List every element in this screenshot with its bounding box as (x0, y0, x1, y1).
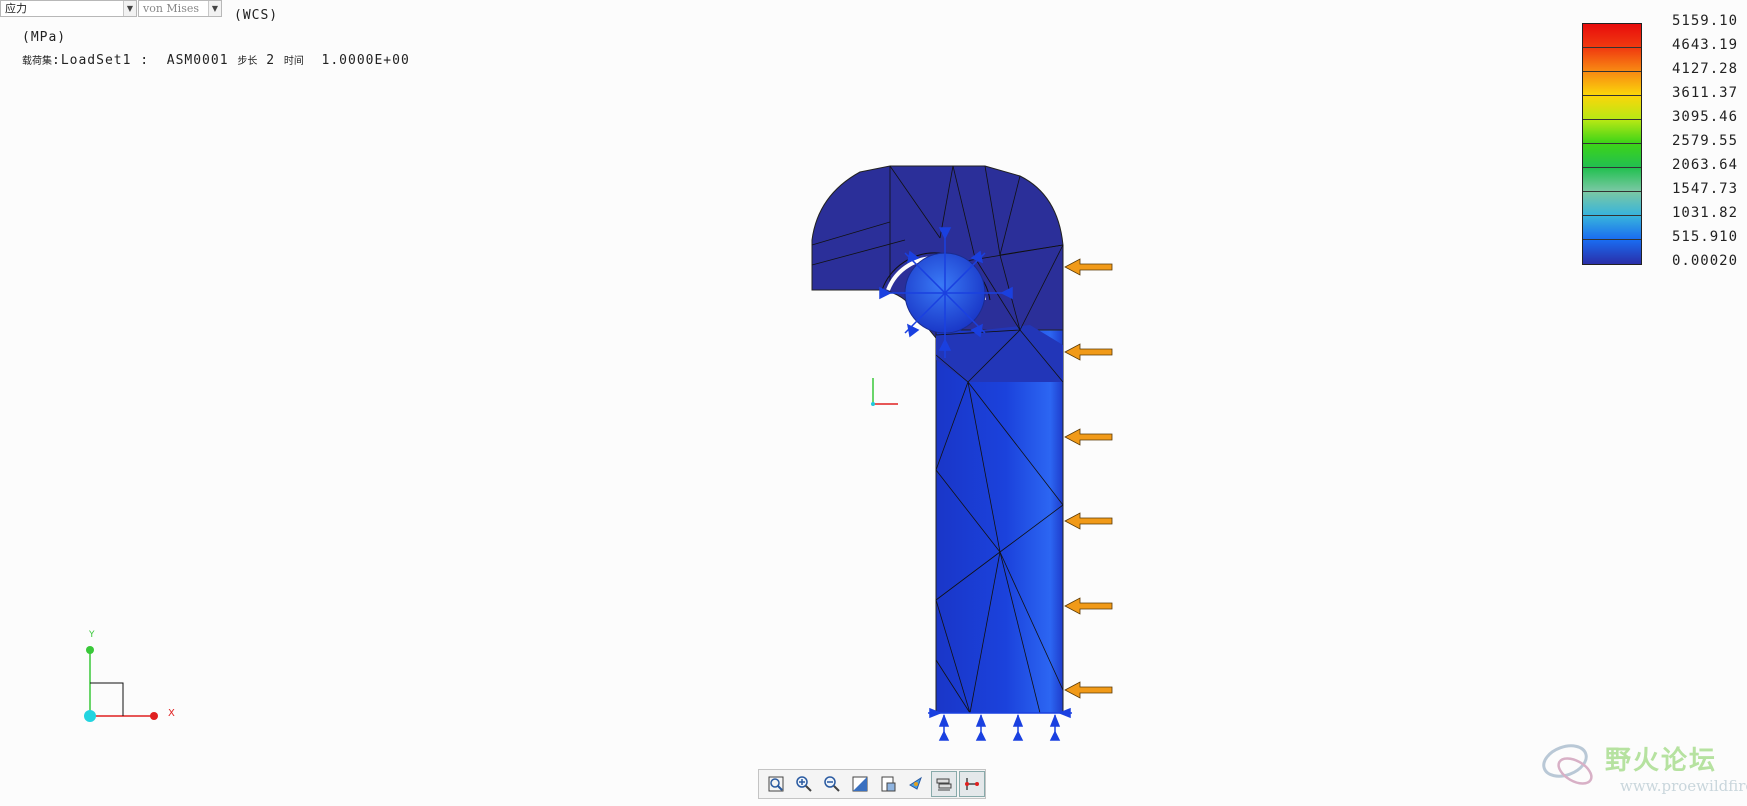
legend-value: 1547.73 (1672, 181, 1739, 197)
color-legend (1582, 23, 1642, 265)
zoom-out-icon (824, 776, 840, 792)
watermark-url: www.proewildfire.cn (1620, 777, 1747, 795)
datum-display-button[interactable] (959, 771, 985, 797)
legend-band (1583, 24, 1641, 48)
saved-views-icon (881, 776, 896, 792)
fea-model-view[interactable] (0, 0, 1747, 806)
zoom-out-button[interactable] (819, 771, 845, 797)
column-body (935, 329, 1064, 714)
constraint-marker (975, 713, 987, 741)
load-arrow (1064, 343, 1113, 361)
legend-value: 4127.28 (1672, 61, 1739, 77)
legend-value: 3095.46 (1672, 109, 1739, 125)
spin-center-icon (909, 776, 922, 790)
zoom-in-icon (796, 776, 812, 792)
bottom-constraints (928, 707, 1072, 741)
legend-band (1583, 192, 1641, 216)
load-arrow (1064, 512, 1113, 530)
load-arrow (1064, 258, 1113, 276)
layers-icon (936, 778, 952, 791)
layers-button[interactable] (931, 771, 957, 797)
load-arrows (1064, 258, 1113, 699)
shading-icon (852, 776, 868, 792)
legend-band (1583, 48, 1641, 72)
legend-band (1583, 144, 1641, 168)
legend-band (1583, 216, 1641, 240)
legend-value: 515.910 (1672, 229, 1739, 245)
legend-value: 1031.82 (1672, 205, 1739, 221)
constraint-marker (1049, 713, 1061, 741)
legend-band (1583, 72, 1641, 96)
load-arrow (1064, 681, 1113, 699)
datum-display-icon (965, 778, 979, 790)
shading-button[interactable] (847, 771, 873, 797)
watermark-name: 野火论坛 (1605, 746, 1718, 776)
constraint-marker (938, 713, 950, 741)
legend-value: 0.00020 (1672, 253, 1739, 269)
legend-value: 4643.19 (1672, 37, 1739, 53)
load-arrow (1064, 597, 1113, 615)
legend-band (1583, 96, 1641, 120)
forum-logo-icon (1542, 744, 1593, 785)
legend-value: 5159.10 (1672, 13, 1739, 29)
zoom-fit-button[interactable] (763, 771, 789, 797)
legend-band (1583, 240, 1641, 264)
view-toolbar (758, 769, 986, 799)
legend-band (1583, 168, 1641, 192)
constraint-marker (1012, 713, 1024, 741)
model-csys-icon (871, 378, 898, 406)
saved-views-button[interactable] (875, 771, 901, 797)
load-arrow (1064, 428, 1113, 446)
spin-center-button[interactable] (903, 771, 929, 797)
zoom-fit-icon (768, 776, 784, 792)
legend-value: 2063.64 (1672, 157, 1739, 173)
legend-value: 3611.37 (1672, 85, 1739, 101)
legend-value: 2579.55 (1672, 133, 1739, 149)
legend-band (1583, 120, 1641, 144)
zoom-in-button[interactable] (791, 771, 817, 797)
